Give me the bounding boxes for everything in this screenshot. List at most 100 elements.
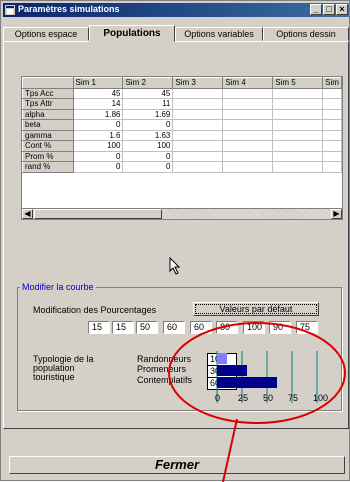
- scroll-left-icon[interactable]: ◀: [22, 209, 33, 219]
- table-cell[interactable]: [272, 108, 324, 120]
- close-button[interactable]: ×: [336, 4, 348, 15]
- table-cell[interactable]: 100: [122, 140, 174, 152]
- table-cell[interactable]: [172, 87, 224, 99]
- table-cell[interactable]: [172, 108, 224, 120]
- simulation-grid[interactable]: Sim 1 Sim 2 Sim 3 Sim 4 Sim 5 Sim Tps Ac…: [21, 76, 343, 220]
- column-header[interactable]: Sim 2: [122, 77, 174, 89]
- title-bar[interactable]: Paramètres simulations _ □ ×: [3, 3, 349, 17]
- percentage-input[interactable]: 75: [296, 321, 318, 334]
- percentage-input[interactable]: 60: [190, 321, 212, 334]
- row-header: gamma: [22, 129, 74, 141]
- table-cell[interactable]: [272, 150, 324, 162]
- table-cell[interactable]: 0: [122, 150, 174, 162]
- typology-label: touristique: [33, 372, 75, 382]
- table-cell[interactable]: [172, 119, 224, 131]
- table-cell[interactable]: 14: [72, 98, 124, 110]
- table-cell[interactable]: [222, 98, 274, 110]
- table-cell[interactable]: 45: [72, 87, 124, 99]
- table-corner-cell: [22, 77, 74, 89]
- tab-options-dessin[interactable]: Options dessin: [263, 27, 349, 41]
- table-row[interactable]: Prom % 0 0: [22, 150, 342, 162]
- table-cell[interactable]: 0: [72, 161, 124, 173]
- table-cell[interactable]: [272, 129, 324, 141]
- horizontal-scrollbar[interactable]: ◀ ▶: [21, 208, 343, 220]
- column-header[interactable]: Sim 5: [272, 77, 324, 89]
- table-row[interactable]: Tps Attr 14 11: [22, 98, 342, 110]
- column-header[interactable]: Sim 3: [172, 77, 224, 89]
- table-cell[interactable]: [172, 98, 224, 110]
- scroll-right-icon[interactable]: ▶: [331, 209, 342, 219]
- randonneurs-label: Randonneurs: [137, 354, 192, 364]
- modification-label: Modification des Pourcentages: [33, 305, 157, 315]
- table-cell[interactable]: [222, 140, 274, 152]
- table-cell[interactable]: 1.6: [72, 129, 124, 141]
- table-cell[interactable]: 0: [122, 161, 174, 173]
- column-header[interactable]: Sim 4: [222, 77, 274, 89]
- table-cell[interactable]: [272, 161, 324, 173]
- table-row[interactable]: alpha 1.86 1.69: [22, 108, 342, 120]
- table-cell[interactable]: 11: [122, 98, 174, 110]
- dialog-window: Paramètres simulations _ □ × Options esp…: [0, 0, 350, 482]
- close-dialog-button[interactable]: Fermer: [9, 456, 345, 474]
- tab-populations[interactable]: Populations: [89, 25, 175, 42]
- table-row[interactable]: gamma 1.6 1.63: [22, 129, 342, 141]
- table-cell[interactable]: 0: [72, 119, 124, 131]
- percentage-input[interactable]: 90: [269, 321, 291, 334]
- column-header[interactable]: Sim 1: [72, 77, 124, 89]
- table-cell[interactable]: [322, 129, 342, 141]
- bar-contemplatifs: [217, 377, 277, 388]
- table-cell[interactable]: [222, 119, 274, 131]
- table-cell[interactable]: 0: [122, 119, 174, 131]
- bar-randonneurs: [217, 353, 227, 364]
- table-cell[interactable]: [172, 129, 224, 141]
- table-cell[interactable]: 45: [122, 87, 174, 99]
- table-cell[interactable]: 0: [72, 150, 124, 162]
- percentage-input[interactable]: 50: [136, 321, 158, 334]
- scroll-thumb[interactable]: [34, 209, 162, 219]
- table-cell[interactable]: [322, 108, 342, 120]
- percentage-input[interactable]: 80: [216, 321, 238, 334]
- app-icon: [5, 5, 15, 15]
- table-row[interactable]: Tps Acc 45 45: [22, 87, 342, 99]
- tab-options-variables[interactable]: Options variables: [175, 27, 263, 41]
- table-cell[interactable]: [172, 140, 224, 152]
- table-cell[interactable]: [222, 150, 274, 162]
- table-cell[interactable]: [222, 129, 274, 141]
- table-cell[interactable]: [272, 98, 324, 110]
- column-header[interactable]: Sim: [322, 77, 342, 89]
- table-header-row: Sim 1 Sim 2 Sim 3 Sim 4 Sim 5 Sim: [22, 77, 342, 89]
- table-cell[interactable]: [322, 150, 342, 162]
- percentage-input[interactable]: 15: [88, 321, 110, 334]
- tab-strip: Options espace Populations Options varia…: [3, 25, 349, 42]
- minimize-button[interactable]: _: [310, 4, 322, 15]
- table-cell[interactable]: [272, 119, 324, 131]
- x-tick-label: 25: [238, 393, 249, 403]
- table-row[interactable]: rand % 0 0: [22, 161, 342, 173]
- table-cell[interactable]: [322, 119, 342, 131]
- table-cell[interactable]: [172, 161, 224, 173]
- table-cell[interactable]: [322, 87, 342, 99]
- percentage-input[interactable]: 60: [163, 321, 185, 334]
- table-cell[interactable]: 1.86: [72, 108, 124, 120]
- table-cell[interactable]: [222, 87, 274, 99]
- table-cell[interactable]: 1.69: [122, 108, 174, 120]
- table-cell[interactable]: [172, 150, 224, 162]
- tab-options-espace[interactable]: Options espace: [3, 27, 89, 41]
- table-cell[interactable]: [322, 161, 342, 173]
- maximize-button[interactable]: □: [323, 4, 335, 15]
- table-cell[interactable]: [322, 140, 342, 152]
- table-row[interactable]: Cont % 100 100: [22, 140, 342, 152]
- default-values-button[interactable]: Valeurs par défaut: [193, 302, 319, 316]
- row-header: Prom %: [22, 150, 74, 162]
- table-cell[interactable]: 1.63: [122, 129, 174, 141]
- table-cell[interactable]: [322, 98, 342, 110]
- table-cell[interactable]: 100: [72, 140, 124, 152]
- table-cell[interactable]: [222, 161, 274, 173]
- table-cell[interactable]: [222, 108, 274, 120]
- percentage-input[interactable]: 15: [112, 321, 134, 334]
- table-cell[interactable]: [272, 140, 324, 152]
- percentage-input[interactable]: 100: [243, 321, 265, 334]
- table-row[interactable]: beta 0 0: [22, 119, 342, 131]
- mouse-cursor-icon: [169, 257, 181, 275]
- table-cell[interactable]: [272, 87, 324, 99]
